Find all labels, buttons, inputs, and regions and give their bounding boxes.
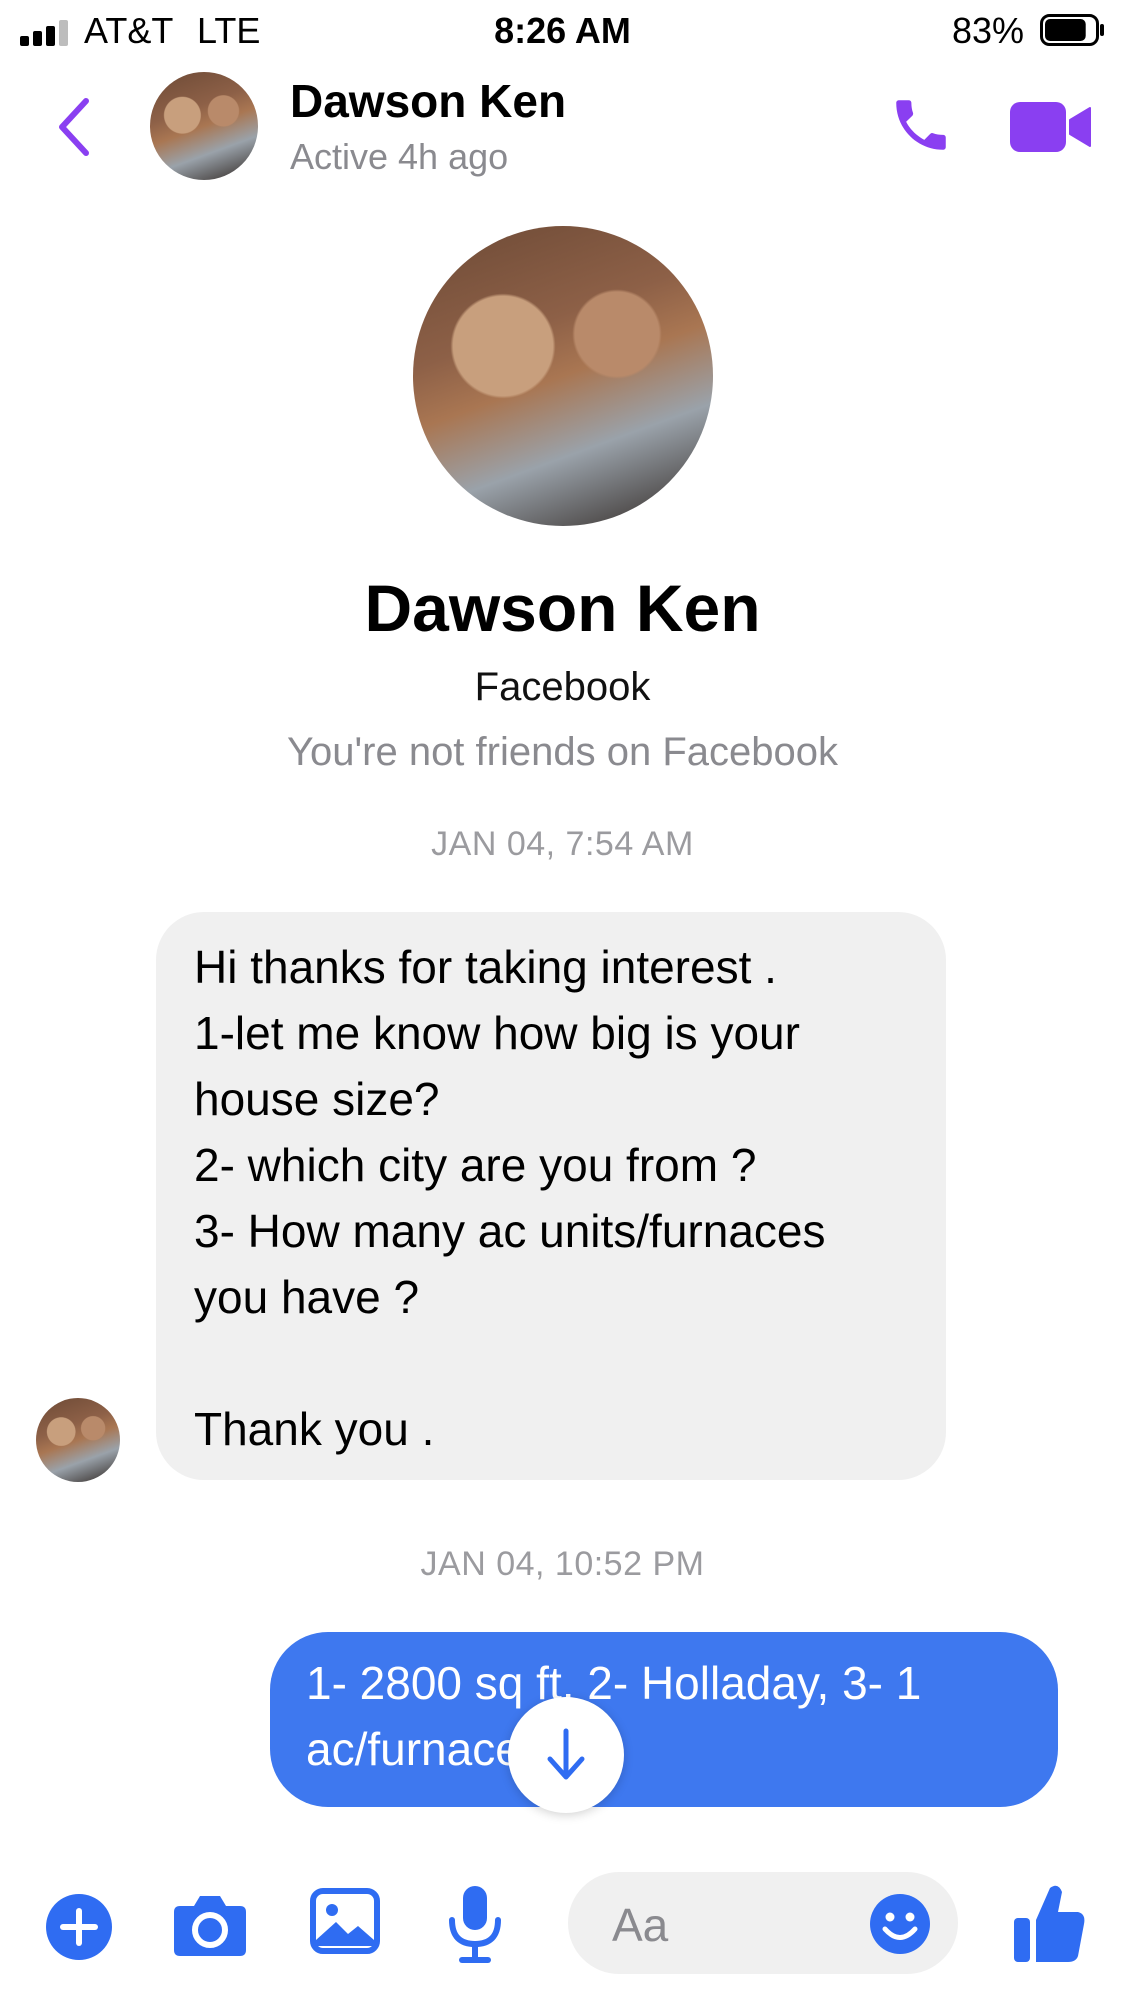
- contact-active-status: Active 4h ago: [290, 136, 509, 177]
- voice-message-button[interactable]: [446, 1884, 504, 1964]
- friendship-status: You're not friends on Facebook: [287, 730, 838, 774]
- plus-icon: [46, 1894, 112, 1960]
- video-call-button[interactable]: [1010, 98, 1092, 156]
- message-line: 1- 2800 sq ft, 2- Holladay, 3- 1: [306, 1657, 922, 1709]
- message-line: you have ?: [194, 1271, 420, 1323]
- camera-icon: [174, 1896, 246, 1956]
- emoji-button[interactable]: [868, 1892, 932, 1956]
- battery-percentage: 83%: [952, 10, 1025, 51]
- profile-name: Dawson Ken: [364, 571, 761, 645]
- contact-name[interactable]: Dawson Ken: [290, 74, 566, 128]
- conversation-header: Dawson Ken Active 4h ago: [0, 62, 1125, 192]
- camera-button[interactable]: [172, 1892, 248, 1958]
- arrow-down-icon: [547, 1728, 585, 1780]
- like-button[interactable]: [1012, 1882, 1086, 1964]
- status-bar: AT&T LTE 8:26 AM 83%: [0, 0, 1125, 62]
- message-line: 1-let me know how big is your: [194, 1007, 800, 1059]
- message-line: house size?: [194, 1073, 440, 1125]
- message-timestamp: JAN 04, 10:52 PM: [420, 1545, 705, 1583]
- message-input-placeholder: Aa: [612, 1899, 669, 1951]
- thumbs-up-icon: [1014, 1885, 1085, 1962]
- emoji-icon: [870, 1894, 930, 1954]
- video-camera-icon: [1010, 102, 1091, 152]
- back-button[interactable]: [50, 92, 98, 162]
- profile-photo[interactable]: [413, 226, 713, 526]
- profile-source: Facebook: [474, 665, 651, 709]
- chevron-left-icon: [59, 98, 89, 156]
- image-icon: [310, 1888, 380, 1954]
- message-timestamp: JAN 04, 7:54 AM: [431, 825, 694, 863]
- more-actions-button[interactable]: [44, 1892, 114, 1962]
- incoming-message-bubble[interactable]: Hi thanks for taking interest . 1-let me…: [156, 912, 946, 1480]
- message-line: Thank you .: [194, 1403, 435, 1455]
- message-input[interactable]: Aa: [568, 1872, 958, 1974]
- message-composer: Aa: [0, 1852, 1125, 2001]
- message-line: 3- How many ac units/furnaces: [194, 1205, 826, 1257]
- microphone-icon: [449, 1886, 501, 1963]
- voice-call-button[interactable]: [888, 92, 954, 158]
- outgoing-message-bubble[interactable]: 1- 2800 sq ft, 2- Holladay, 3- 1 ac/furn…: [270, 1632, 1058, 1807]
- phone-icon: [896, 100, 946, 150]
- sender-avatar[interactable]: [36, 1398, 120, 1482]
- contact-avatar[interactable]: [150, 72, 258, 180]
- scroll-to-bottom-button[interactable]: [508, 1697, 624, 1813]
- message-line: Hi thanks for taking interest .: [194, 941, 777, 993]
- message-line: 2- which city are you from ?: [194, 1139, 757, 1191]
- battery-icon: [1040, 14, 1104, 46]
- gallery-button[interactable]: [310, 1888, 380, 1954]
